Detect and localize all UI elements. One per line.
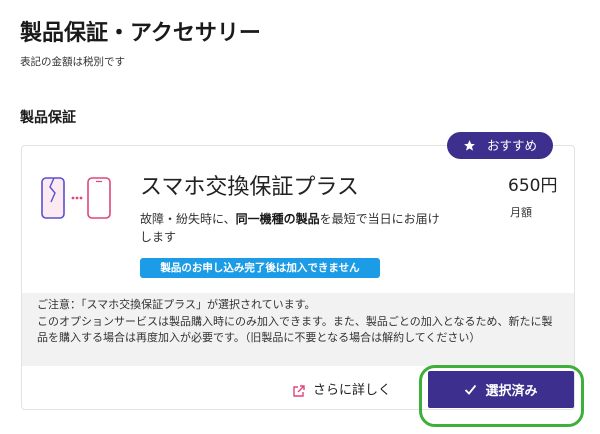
badge-label: おすすめ	[486, 138, 537, 153]
new-phone-shape	[87, 177, 111, 219]
description-emphasis: 同一機種の製品	[235, 212, 320, 226]
transfer-dot	[75, 196, 79, 200]
recommended-badge: おすすめ	[447, 132, 553, 159]
selected-button-label: 選択済み	[485, 384, 538, 399]
caution-line: ご注意：「スマホ交換保証プラス」が選択されています。	[37, 298, 316, 311]
page-title: 製品保証・アクセサリー	[20, 21, 261, 46]
transfer-dot	[79, 196, 83, 200]
product-name: スマホ交換保証プラス	[140, 175, 359, 200]
notice-tag: 製品のお申し込み完了後は加入できません	[140, 258, 380, 278]
tax-note: 表記の金額は税別です	[20, 56, 125, 68]
caution-line: このオプションサービスは製品購入時にのみ加入できます。また、製品ごとの加入となる…	[37, 314, 553, 328]
details-link[interactable]: さらに詳しく	[292, 382, 391, 400]
transfer-dot	[71, 196, 75, 200]
check-icon	[465, 384, 477, 395]
product-price: 650円	[508, 176, 558, 196]
star-icon	[463, 139, 476, 152]
section-heading: 製品保証	[20, 110, 76, 126]
caution-line: 品を購入する場合は再度加入が必要です。（旧製品に不要となる場合は解約してください…	[37, 331, 481, 344]
description-text: を最短で当日にお届け	[319, 212, 440, 226]
description-text: します	[140, 230, 177, 244]
phone-exchange-icon	[41, 177, 111, 219]
details-link-label: さらに詳しく	[313, 383, 392, 398]
caution-notice: ご注意：「スマホ交換保証プラス」が選択されています。 このオプションサービスは製…	[22, 293, 574, 366]
external-link-icon	[293, 384, 305, 397]
description-text: 故障・紛失時に、	[140, 212, 236, 226]
product-description: 故障・紛失時に、同一機種の製品を最短で当日にお届けします	[140, 210, 440, 246]
price-period: 月額	[510, 206, 532, 219]
product-card: おすすめ スマホ交換保証プラス 650円 月額 故障・紛失時に、同一機種の製品を…	[21, 132, 575, 410]
selected-button[interactable]: 選択済み	[428, 371, 574, 408]
